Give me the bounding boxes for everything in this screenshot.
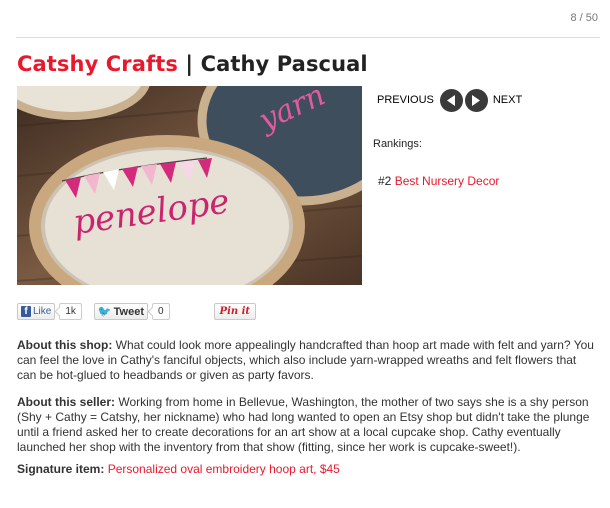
slideshow-nav: PREVIOUS NEXT bbox=[377, 88, 522, 112]
twitter-bird-icon: 🐦 bbox=[97, 306, 112, 318]
tweet-count: 0 bbox=[151, 303, 170, 320]
product-photo: yarn penelope bbox=[17, 86, 362, 285]
next-arrow-icon[interactable] bbox=[464, 88, 488, 112]
signature-item-link[interactable]: Personalized oval embroidery hoop art, $… bbox=[108, 462, 340, 476]
ranking-number: #2 bbox=[378, 174, 392, 188]
seller-name: Cathy Pascual bbox=[200, 52, 368, 76]
about-seller-heading: About this seller: bbox=[17, 395, 116, 409]
facebook-like-count: 1k bbox=[59, 303, 82, 320]
top-divider bbox=[16, 37, 600, 38]
tweet-label: Tweet bbox=[113, 305, 144, 318]
tweet-button[interactable]: 🐦 Tweet bbox=[93, 303, 148, 320]
hoop-art-image: yarn penelope bbox=[17, 86, 362, 285]
about-shop-paragraph: About this shop: What could look more ap… bbox=[17, 338, 595, 383]
ranking-item: #2 Best Nursery Decor bbox=[378, 174, 499, 188]
slide-counter: 8 / 50 bbox=[570, 12, 598, 24]
share-bar: f Like 1k 🐦 Tweet 0 Pin it bbox=[17, 303, 257, 320]
about-seller-paragraph: About this seller: Working from home in … bbox=[17, 395, 595, 455]
previous-arrow-icon[interactable] bbox=[439, 88, 463, 112]
page-title: Catshy Crafts | Cathy Pascual bbox=[17, 52, 368, 76]
signature-item-heading: Signature item: bbox=[17, 462, 105, 476]
signature-item-paragraph: Signature item: Personalized oval embroi… bbox=[17, 462, 595, 477]
facebook-like-button[interactable]: f Like bbox=[17, 303, 56, 320]
title-separator: | bbox=[177, 52, 201, 76]
facebook-like-label: Like bbox=[33, 306, 52, 317]
pin-it-button[interactable]: Pin it bbox=[213, 303, 257, 320]
shop-name: Catshy Crafts bbox=[17, 52, 178, 76]
next-link[interactable]: NEXT bbox=[493, 94, 522, 106]
previous-link[interactable]: PREVIOUS bbox=[377, 94, 434, 106]
about-shop-heading: About this shop: bbox=[17, 338, 113, 352]
facebook-icon: f bbox=[21, 306, 31, 317]
ranking-link[interactable]: Best Nursery Decor bbox=[395, 174, 500, 188]
rankings-label: Rankings: bbox=[373, 138, 422, 150]
